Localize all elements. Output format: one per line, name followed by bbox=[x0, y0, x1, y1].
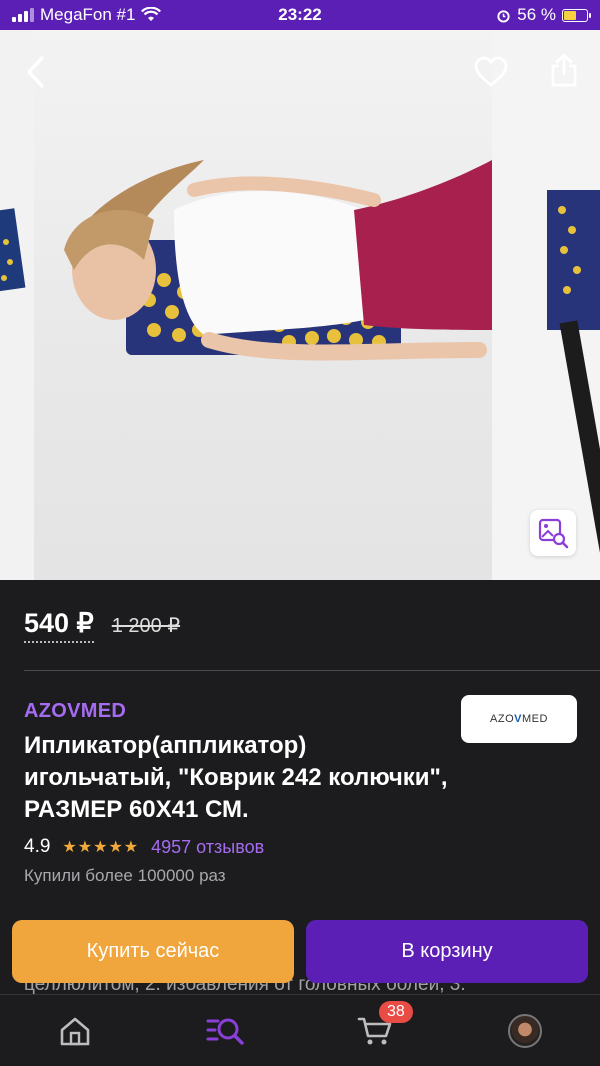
catalog-search-icon bbox=[206, 1018, 244, 1045]
product-title: Ипликатор(аппликатор) игольчатый, "Коври… bbox=[24, 732, 448, 823]
current-price[interactable]: 540 ₽ bbox=[24, 608, 94, 643]
home-icon bbox=[60, 1017, 90, 1046]
back-button[interactable] bbox=[16, 52, 56, 92]
old-price: 1 200 ₽ bbox=[111, 615, 181, 637]
battery-percent: 56 % bbox=[517, 5, 556, 24]
chevron-left-icon bbox=[27, 56, 44, 88]
bottom-nav: 38 bbox=[0, 994, 600, 1066]
image-search-button[interactable] bbox=[530, 510, 576, 556]
reviews-link[interactable]: 4957 отзывов bbox=[151, 837, 264, 858]
price-row: 540 ₽ 1 200 ₽ bbox=[24, 608, 180, 643]
rating-value: 4.9 bbox=[24, 836, 51, 857]
brand-logo[interactable]: AZO V MED bbox=[461, 695, 577, 743]
favorite-button[interactable] bbox=[471, 52, 511, 92]
divider bbox=[24, 670, 600, 671]
wifi-icon bbox=[141, 7, 162, 21]
product-photo bbox=[34, 30, 492, 580]
profile-avatar bbox=[508, 1014, 542, 1048]
add-to-cart-button[interactable]: В корзину bbox=[306, 920, 588, 983]
rating-stars: ★★★★★ bbox=[62, 839, 140, 856]
purchase-count: Купили более 100000 раз bbox=[24, 866, 226, 885]
cart-count-badge: 38 bbox=[379, 1001, 413, 1023]
share-button[interactable] bbox=[544, 50, 584, 90]
clock: 23:22 bbox=[278, 5, 322, 24]
battery-icon bbox=[562, 8, 591, 22]
alarm-icon bbox=[497, 9, 510, 23]
gallery-prev-image[interactable] bbox=[0, 30, 34, 580]
image-search-icon bbox=[538, 518, 569, 549]
signal-icon bbox=[12, 8, 34, 22]
nav-cart[interactable]: 38 bbox=[300, 995, 450, 1066]
nav-home[interactable] bbox=[0, 995, 150, 1066]
nav-catalog[interactable] bbox=[150, 995, 300, 1066]
rating-row: 4.9 ★★★★★ 4957 отзывов bbox=[24, 836, 264, 858]
status-bar: MegaFon #1 23:22 56 % bbox=[0, 0, 600, 30]
product-gallery[interactable] bbox=[0, 30, 600, 580]
gallery-next-image[interactable] bbox=[492, 30, 600, 580]
carrier-label: MegaFon #1 bbox=[40, 5, 136, 24]
brand-link[interactable]: AZOVMED bbox=[24, 700, 126, 723]
heart-icon bbox=[474, 56, 508, 87]
nav-profile[interactable] bbox=[450, 995, 600, 1066]
buy-now-button[interactable]: Купить сейчас bbox=[12, 920, 294, 983]
share-icon bbox=[551, 53, 577, 87]
